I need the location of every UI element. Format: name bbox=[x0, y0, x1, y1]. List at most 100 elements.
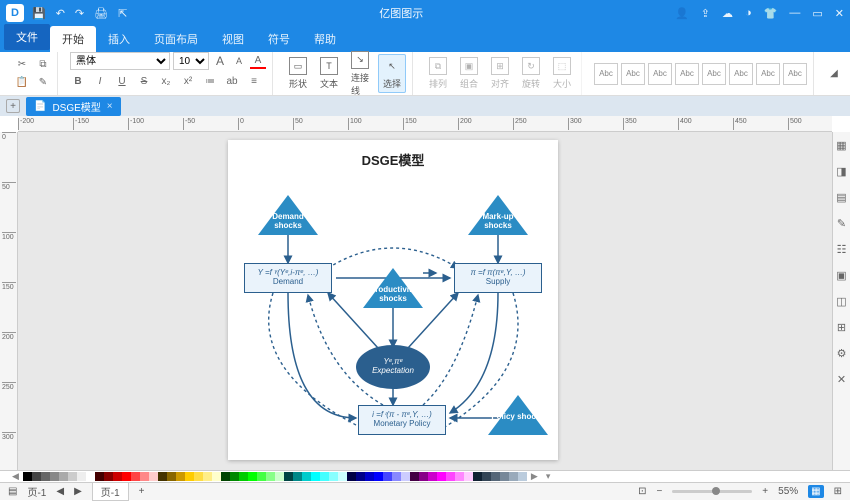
minimize-icon[interactable]: — bbox=[789, 7, 800, 19]
layout-view-icon[interactable]: ⊞ bbox=[834, 486, 842, 497]
redo-icon[interactable]: ↷ bbox=[75, 7, 84, 20]
page-next-icon[interactable]: ▶ bbox=[74, 486, 82, 497]
highlight-icon[interactable]: ab bbox=[224, 73, 240, 89]
zoom-in-icon[interactable]: + bbox=[762, 486, 768, 497]
color-swatch[interactable] bbox=[167, 472, 176, 481]
menu-tab-view[interactable]: 视图 bbox=[210, 26, 256, 52]
color-swatch[interactable] bbox=[500, 472, 509, 481]
color-swatch[interactable] bbox=[275, 472, 284, 481]
style-preset[interactable]: Abc bbox=[729, 63, 753, 85]
expectation-node[interactable]: Yᵉ,πᵉExpectation bbox=[356, 345, 430, 389]
italic-icon[interactable]: I bbox=[92, 73, 108, 89]
color-swatch[interactable] bbox=[356, 472, 365, 481]
color-swatch[interactable] bbox=[77, 472, 86, 481]
bold-icon[interactable]: B bbox=[70, 73, 86, 89]
text-tool[interactable]: T文本 bbox=[316, 55, 342, 92]
color-swatch[interactable] bbox=[392, 472, 401, 481]
color-swatch[interactable] bbox=[230, 472, 239, 481]
colorbar-more-icon[interactable]: ▾ bbox=[542, 471, 555, 482]
color-swatch[interactable] bbox=[50, 472, 59, 481]
align-icon[interactable]: ≡ bbox=[246, 73, 262, 89]
color-swatch[interactable] bbox=[32, 472, 41, 481]
color-swatch[interactable] bbox=[428, 472, 437, 481]
color-swatch[interactable] bbox=[212, 472, 221, 481]
style-preset[interactable]: Abc bbox=[756, 63, 780, 85]
menu-tab-layout[interactable]: 页面布局 bbox=[142, 26, 210, 52]
underline-icon[interactable]: U bbox=[114, 73, 130, 89]
maximize-icon[interactable]: ▭ bbox=[812, 7, 822, 20]
color-swatch[interactable] bbox=[401, 472, 410, 481]
add-page-icon[interactable]: + bbox=[139, 486, 145, 497]
close-icon[interactable]: ✕ bbox=[835, 7, 844, 20]
style-preset[interactable]: Abc bbox=[594, 63, 618, 85]
color-swatch[interactable] bbox=[41, 472, 50, 481]
bullets-icon[interactable]: ≔ bbox=[202, 73, 218, 89]
style-preset[interactable]: Abc bbox=[783, 63, 807, 85]
style-preset[interactable]: Abc bbox=[621, 63, 645, 85]
shape-tool[interactable]: ▭形状 bbox=[285, 55, 311, 92]
color-swatch[interactable] bbox=[104, 472, 113, 481]
color-swatch[interactable] bbox=[203, 472, 212, 481]
colorbar-right-icon[interactable]: ▶ bbox=[527, 471, 542, 482]
superscript-icon[interactable]: x² bbox=[180, 73, 196, 89]
color-swatch[interactable] bbox=[95, 472, 104, 481]
new-doc-button[interactable]: + bbox=[6, 99, 20, 113]
supply-box[interactable]: π =f π(πᵉ,Y, …)Supply bbox=[454, 263, 542, 293]
color-swatch[interactable] bbox=[509, 472, 518, 481]
panel-icon[interactable]: ▤ bbox=[835, 190, 849, 204]
user-icon[interactable]: 👤 bbox=[675, 7, 689, 20]
panel-icon[interactable]: ☷ bbox=[835, 242, 849, 256]
color-swatch[interactable] bbox=[122, 472, 131, 481]
canvas[interactable]: DSGE模型 bbox=[18, 132, 832, 470]
color-swatch[interactable] bbox=[473, 472, 482, 481]
page-tab[interactable]: 页-1 bbox=[92, 482, 129, 501]
panel-icon[interactable]: ⊞ bbox=[835, 320, 849, 334]
color-swatch[interactable] bbox=[158, 472, 167, 481]
color-swatch[interactable] bbox=[374, 472, 383, 481]
color-swatch[interactable] bbox=[194, 472, 203, 481]
demand-shock-node[interactable]: Demand shocks bbox=[258, 195, 318, 235]
color-swatch[interactable] bbox=[347, 472, 356, 481]
select-tool[interactable]: ↖选择 bbox=[378, 54, 406, 93]
color-swatch[interactable] bbox=[149, 472, 158, 481]
color-swatch[interactable] bbox=[491, 472, 500, 481]
panel-icon[interactable]: ⚙ bbox=[835, 346, 849, 360]
panel-icon[interactable]: ✕ bbox=[835, 372, 849, 386]
color-swatch[interactable] bbox=[131, 472, 140, 481]
color-swatch[interactable] bbox=[437, 472, 446, 481]
menu-file[interactable]: 文件 bbox=[4, 24, 50, 50]
style-gallery[interactable]: Abc Abc Abc Abc Abc Abc Abc Abc bbox=[594, 63, 807, 85]
font-color-icon[interactable]: A bbox=[250, 53, 266, 69]
grid-view-icon[interactable]: ▦ bbox=[808, 485, 823, 498]
markup-shock-node[interactable]: Mark-up shocks bbox=[468, 195, 528, 235]
color-swatch[interactable] bbox=[68, 472, 77, 481]
connector-tool[interactable]: ↘连接线 bbox=[347, 49, 373, 99]
page-prev-icon[interactable]: ◀ bbox=[56, 486, 64, 497]
color-swatch[interactable] bbox=[455, 472, 464, 481]
copy-icon[interactable]: ⧉ bbox=[35, 57, 51, 73]
color-swatch[interactable] bbox=[320, 472, 329, 481]
zoom-out-icon[interactable]: − bbox=[656, 486, 662, 497]
color-swatch[interactable] bbox=[329, 472, 338, 481]
color-swatch[interactable] bbox=[86, 472, 95, 481]
print-icon[interactable]: 🖨 bbox=[94, 7, 108, 20]
doc-tab[interactable]: 📄 DSGE模型 × bbox=[26, 97, 121, 116]
demand-box[interactable]: Y =f ᵞ(Yᵉ,i-πᵉ, …)Demand bbox=[244, 263, 332, 293]
color-swatch[interactable] bbox=[284, 472, 293, 481]
color-swatch[interactable] bbox=[365, 472, 374, 481]
format-painter-icon[interactable]: ✎ bbox=[35, 75, 51, 91]
menu-tab-insert[interactable]: 插入 bbox=[96, 26, 142, 52]
color-swatch[interactable] bbox=[221, 472, 230, 481]
subscript-icon[interactable]: x₂ bbox=[158, 73, 174, 89]
color-swatch[interactable] bbox=[257, 472, 266, 481]
color-swatch[interactable] bbox=[410, 472, 419, 481]
color-swatch[interactable] bbox=[383, 472, 392, 481]
color-swatch[interactable] bbox=[464, 472, 473, 481]
panel-icon[interactable]: ◨ bbox=[835, 164, 849, 178]
color-swatch[interactable] bbox=[482, 472, 491, 481]
menu-tab-start[interactable]: 开始 bbox=[50, 26, 96, 52]
color-swatch[interactable] bbox=[239, 472, 248, 481]
color-swatch[interactable] bbox=[113, 472, 122, 481]
style-preset[interactable]: Abc bbox=[702, 63, 726, 85]
color-swatch[interactable] bbox=[140, 472, 149, 481]
